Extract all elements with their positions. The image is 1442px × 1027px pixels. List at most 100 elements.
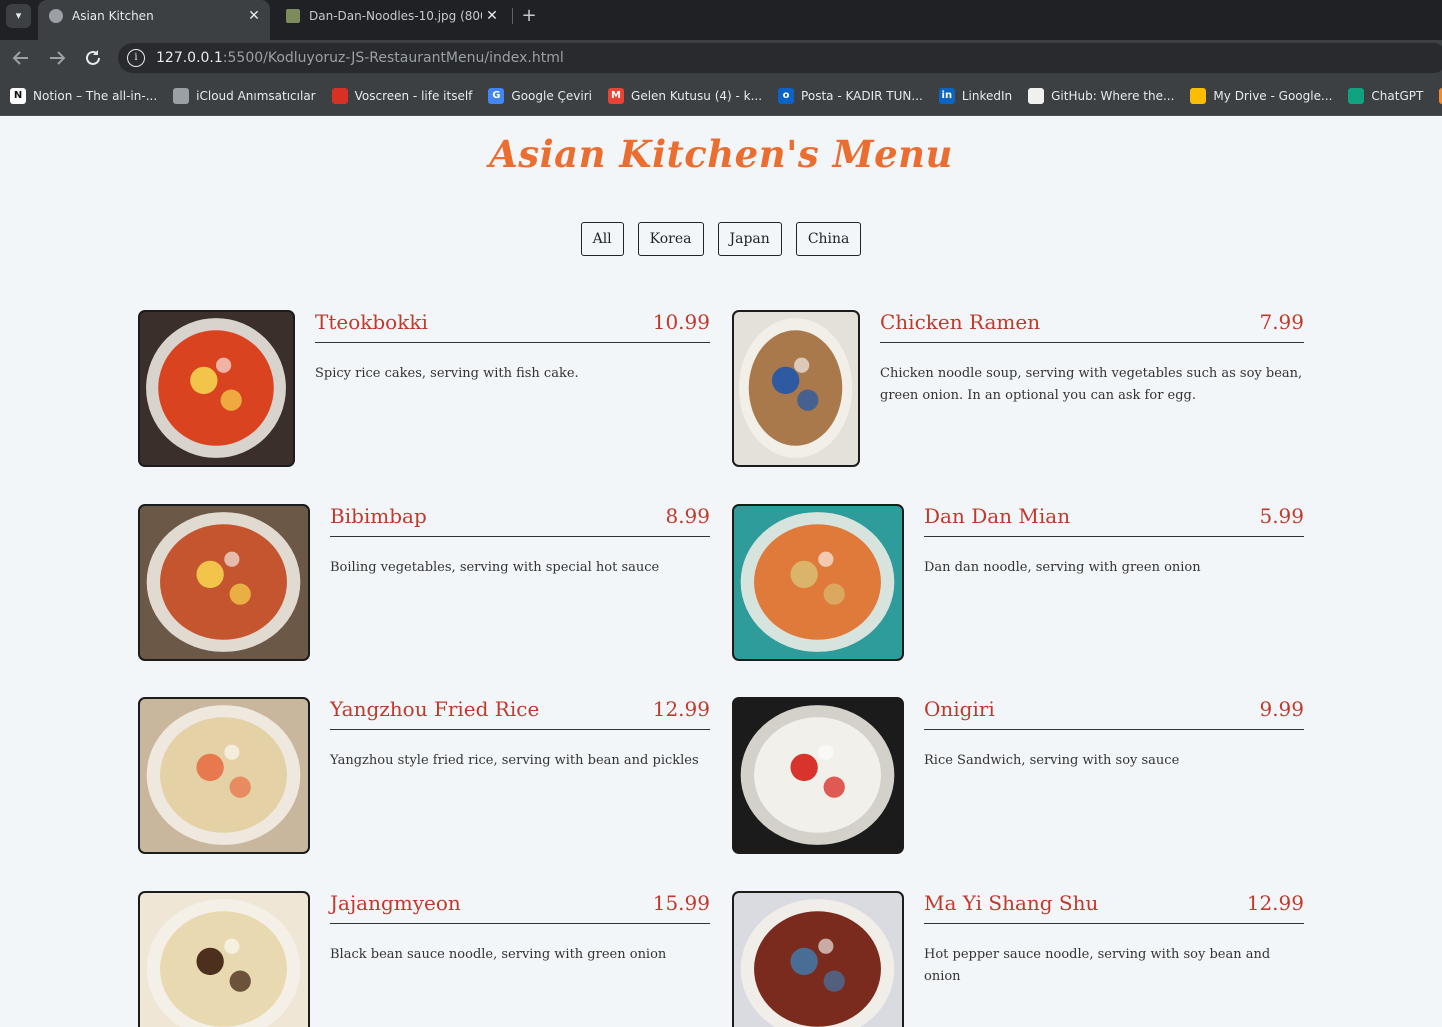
bookmark-item[interactable]: GitHub: Where the... <box>1028 87 1175 104</box>
menu-item-photo <box>732 697 904 854</box>
google-drive-icon <box>1190 87 1207 104</box>
reload-icon[interactable] <box>81 46 105 70</box>
site-info-icon[interactable]: i <box>127 49 145 67</box>
bookmark-label: Notion – The all-in-... <box>33 88 158 103</box>
bookmark-label: Gelen Kutusu (4) - k... <box>631 88 763 103</box>
forward-arrow-icon[interactable] <box>45 46 69 70</box>
menu-item: Ma Yi Shang Shu 12.99 Hot pepper sauce noo… <box>732 891 1304 1027</box>
bookmark-item[interactable]: Voscreen - life itself <box>331 87 473 104</box>
bookmark-item[interactable]: iCloud Anımsatıcılar <box>173 87 316 104</box>
github-icon <box>1028 87 1045 104</box>
filter-korea-button[interactable]: Korea <box>637 222 704 256</box>
menu-item-price: 12.99 <box>652 697 710 721</box>
menu-item-description: Dan dan noodle, serving with green onion <box>924 560 1201 575</box>
menu-item-name: Tteokbokki <box>315 310 428 334</box>
voscreen-icon <box>331 87 348 104</box>
tab-title: Asian Kitchen <box>72 9 154 23</box>
bookmark-label: GitHub: Where the... <box>1051 88 1175 103</box>
menu-item-name: Yangzhou Fried Rice <box>330 697 540 721</box>
tab-divider <box>512 8 513 24</box>
bookmark-item[interactable]: G Google Çeviri <box>488 87 593 104</box>
menu-item-price: 12.99 <box>1246 891 1304 915</box>
bookmark-item[interactable]: o Posta - KADIR TUN... <box>778 87 923 104</box>
menu-item: Yangzhou Fried Rice 12.99 Yangzhou style f… <box>138 697 710 854</box>
menu-item-photo <box>732 504 904 661</box>
navigation-toolbar: i 127.0.0.1:5500/Kodluyoruz-JS-Restauran… <box>0 40 1442 76</box>
chatgpt-icon <box>1348 87 1365 104</box>
tab-asian-kitchen[interactable]: Asian Kitchen ✕ <box>38 0 270 40</box>
filter-all-button[interactable]: All <box>580 222 624 256</box>
menu-item-name: Bibimbap <box>330 504 427 528</box>
menu-item: Chicken Ramen 7.99 Chicken noodle soup, se… <box>732 310 1304 467</box>
menu-item-header: Yangzhou Fried Rice 12.99 <box>330 697 710 730</box>
new-tab-button[interactable]: + <box>518 5 540 27</box>
menu-item-name: Jajangmyeon <box>330 891 461 915</box>
bookmark-label: iCloud Anımsatıcılar <box>196 88 316 103</box>
menu-item: Onigiri 9.99 Rice Sandwich, serving with s… <box>732 697 1304 854</box>
bookmark-item[interactable]: in LinkedIn <box>938 87 1013 104</box>
url-path: :5500/Kodluyoruz-JS-RestaurantMenu/index… <box>222 50 564 66</box>
menu-item-price: 7.99 <box>1259 310 1304 334</box>
menu-item-description: Yangzhou style fried rice, serving with … <box>330 753 699 768</box>
bookmark-label: Google Çeviri <box>511 88 593 103</box>
apple-icon <box>173 87 190 104</box>
url-text[interactable]: 127.0.0.1:5500/Kodluyoruz-JS-RestaurantM… <box>156 43 564 73</box>
bookmark-label: My Drive - Google... <box>1213 88 1333 103</box>
back-arrow-icon[interactable] <box>9 46 33 70</box>
menu-item-header: Onigiri 9.99 <box>924 697 1304 730</box>
menu-item-header: Bibimbap 8.99 <box>330 504 710 537</box>
menu-item: Jajangmyeon 15.99 Black bean sauce noodle,… <box>138 891 710 1027</box>
notion-icon: N <box>10 87 26 104</box>
restaurant-menu-page: Asian Kitchen's Menu All Korea Japan China … <box>0 116 1442 1027</box>
menu-item-header: Jajangmyeon 15.99 <box>330 891 710 924</box>
close-tab-icon[interactable]: ✕ <box>482 6 502 26</box>
menu-item-name: Ma Yi Shang Shu <box>924 891 1099 915</box>
globe-icon <box>49 9 63 23</box>
menu-item-price: 8.99 <box>665 504 710 528</box>
menu-item-photo <box>138 891 310 1027</box>
menu-item-header: Dan Dan Mian 5.99 <box>924 504 1304 537</box>
menu-item-description: Black bean sauce noodle, serving with gr… <box>330 947 667 962</box>
menu-item-description: Hot pepper sauce noodle, serving with so… <box>924 947 1271 984</box>
menu-item-name: Dan Dan Mian <box>924 504 1071 528</box>
menu-item-price: 9.99 <box>1259 697 1304 721</box>
menu-item-photo <box>138 504 310 661</box>
bookmark-item[interactable]: My Drive - Google... <box>1190 87 1333 104</box>
browser-chrome: ▾ Asian Kitchen ✕ Dan-Dan-Noodles-10.jpg… <box>0 0 1442 116</box>
google-translate-icon: G <box>488 87 505 104</box>
menu-item-photo <box>732 891 904 1027</box>
tab-search-button[interactable]: ▾ <box>6 4 31 28</box>
address-bar[interactable]: i 127.0.0.1:5500/Kodluyoruz-JS-Restauran… <box>118 43 1442 73</box>
page-title: Asian Kitchen's Menu <box>489 132 953 176</box>
menu-item-header: Tteokbokki 10.99 <box>315 310 710 343</box>
tab-strip: ▾ Asian Kitchen ✕ Dan-Dan-Noodles-10.jpg… <box>0 0 1442 40</box>
bookmark-item[interactable]: ChatGPT <box>1348 87 1423 104</box>
menu-item-photo <box>138 697 310 854</box>
bookmark-item[interactable]: M Gelen Kutusu (4) - k... <box>608 87 763 104</box>
filter-china-button[interactable]: China <box>795 222 862 256</box>
menu-item: Dan Dan Mian 5.99 Dan dan noodle, serving … <box>732 504 1304 661</box>
bookmark-label: Voscreen - life itself <box>354 88 473 103</box>
bookmark-item[interactable]: N Notion – The all-in-... <box>10 87 158 104</box>
menu-item-description: Chicken noodle soup, serving with vegeta… <box>880 366 1303 403</box>
menu-item-description: Spicy rice cakes, serving with fish cake… <box>315 366 579 381</box>
menu-item-header: Ma Yi Shang Shu 12.99 <box>924 891 1304 924</box>
menu-item-name: Onigiri <box>924 697 995 721</box>
category-filters: All Korea Japan China <box>0 222 1442 256</box>
image-thumbnail-icon <box>286 9 300 23</box>
menu-item-description: Boiling vegetables, serving with special… <box>330 560 660 575</box>
bookmark-label: Posta - KADIR TUN... <box>801 88 923 103</box>
menu-item: Bibimbap 8.99 Boiling vegetables, serving … <box>138 504 710 661</box>
filter-japan-button[interactable]: Japan <box>717 222 782 256</box>
menu-item-header: Chicken Ramen 7.99 <box>880 310 1304 343</box>
url-host: 127.0.0.1 <box>156 50 223 66</box>
tab-title: Dan-Dan-Noodles-10.jpg (800× <box>309 9 482 23</box>
linkedin-icon: in <box>938 87 955 104</box>
close-tab-icon[interactable]: ✕ <box>244 6 264 26</box>
outlook-icon: o <box>778 87 795 104</box>
tab-dan-dan-noodles-image[interactable]: Dan-Dan-Noodles-10.jpg (800× ✕ <box>276 0 508 32</box>
bookmarks-bar: N Notion – The all-in-... iCloud Anımsatıc… <box>0 76 1442 116</box>
bookmark-label: LinkedIn <box>961 88 1013 103</box>
menu-item-photo <box>138 310 295 467</box>
menu-item: Tteokbokki 10.99 Spicy rice cakes, serving… <box>138 310 710 467</box>
